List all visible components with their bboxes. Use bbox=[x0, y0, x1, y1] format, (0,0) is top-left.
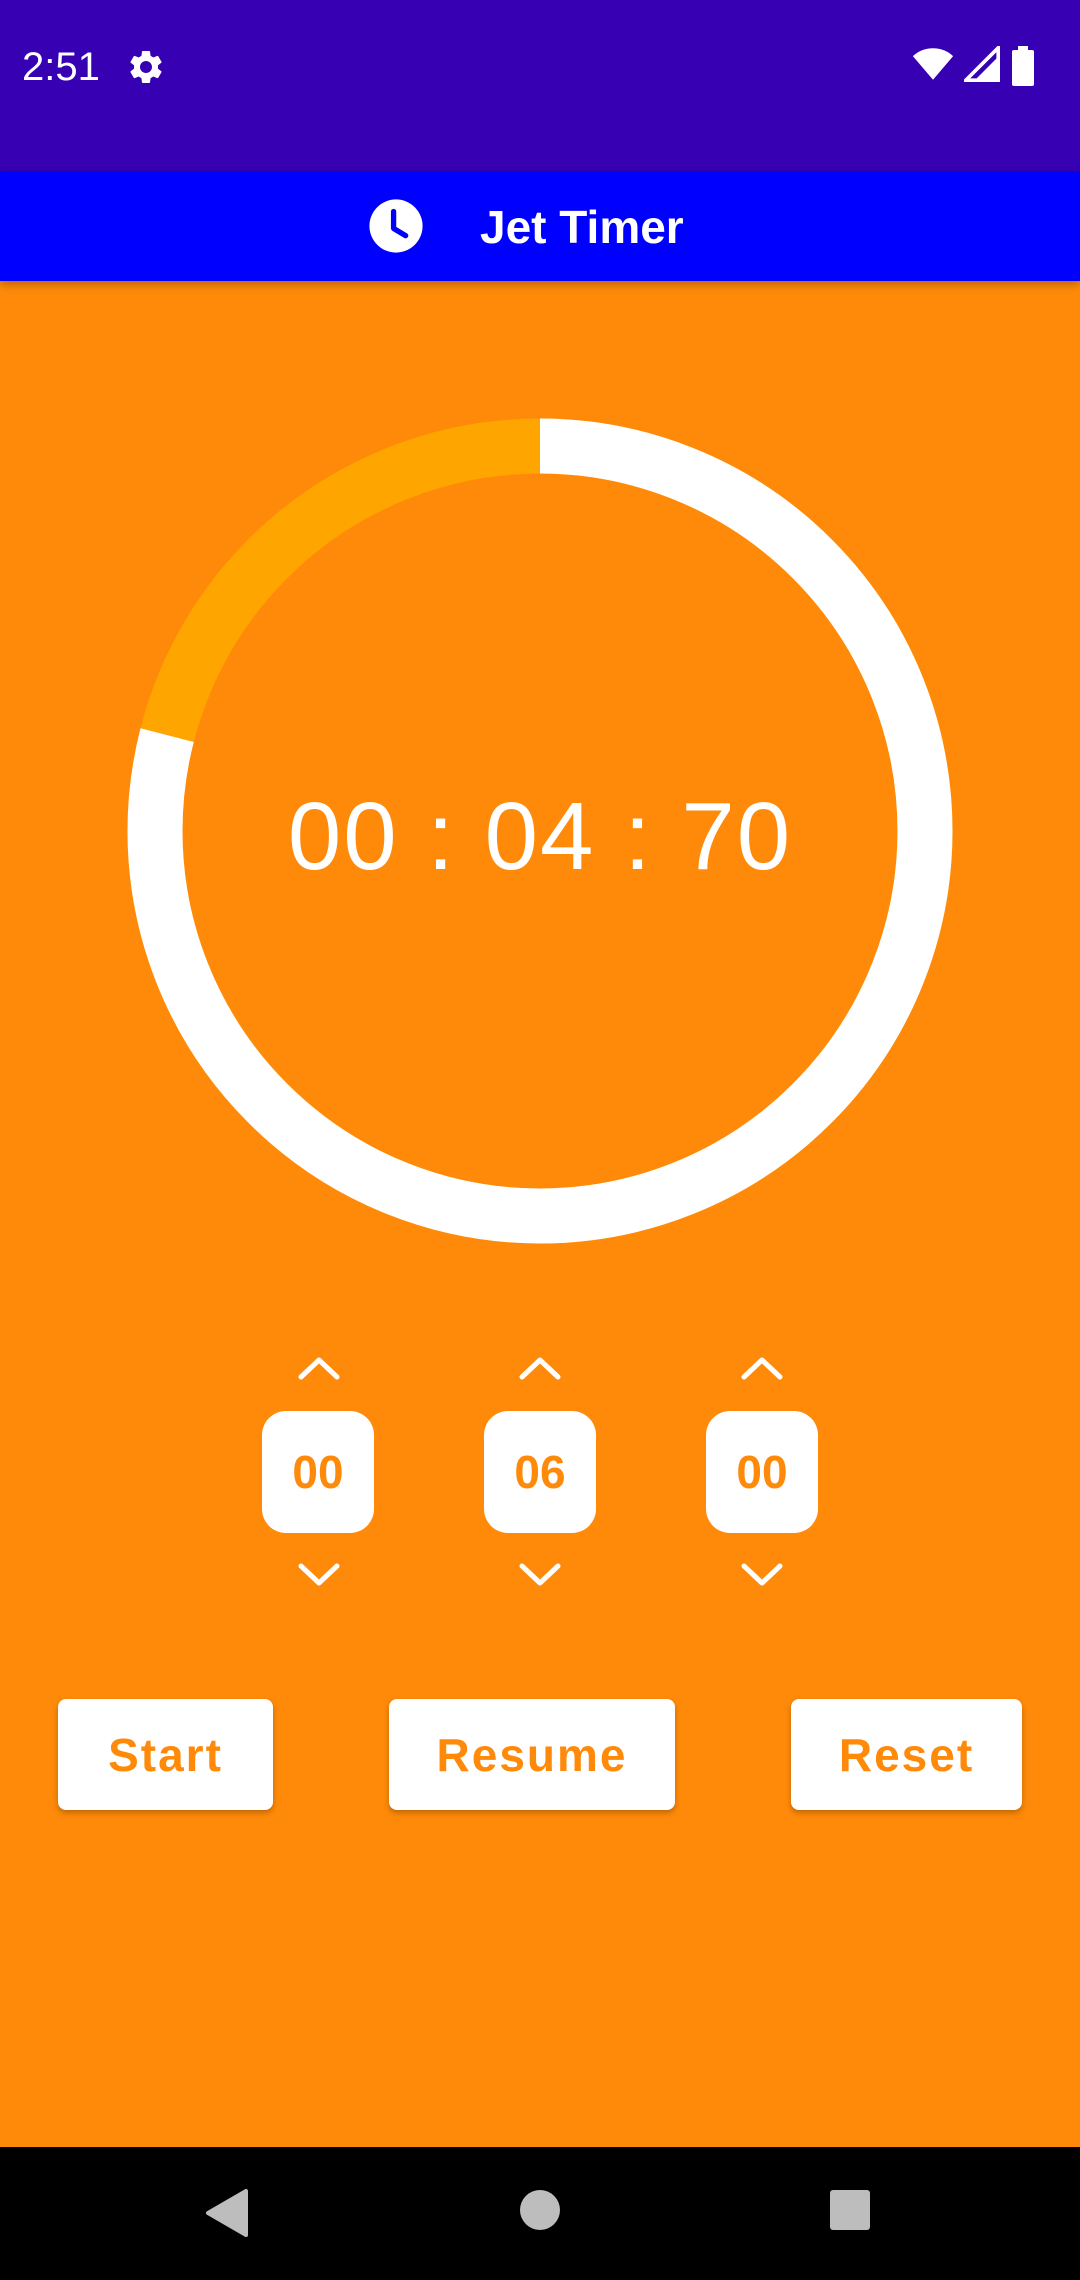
minutes-value[interactable]: 06 bbox=[484, 1411, 596, 1533]
status-bar: 2:51 bbox=[0, 0, 1080, 171]
system-nav-bar bbox=[0, 2147, 1080, 2280]
gear-icon bbox=[130, 50, 162, 83]
back-icon[interactable] bbox=[204, 2187, 250, 2239]
hours-decrement-chevron-down-icon[interactable] bbox=[297, 1562, 341, 1588]
recents-icon[interactable] bbox=[829, 2189, 871, 2231]
clock-icon bbox=[369, 199, 423, 253]
minutes-increment-chevron-up-icon[interactable] bbox=[518, 1355, 562, 1381]
battery-icon bbox=[1012, 46, 1034, 86]
status-time: 2:51 bbox=[22, 45, 100, 89]
home-icon[interactable] bbox=[519, 2189, 561, 2231]
minutes-decrement-chevron-down-icon[interactable] bbox=[518, 1562, 562, 1588]
wifi-icon bbox=[912, 48, 954, 80]
app-bar: Jet Timer bbox=[0, 171, 1080, 281]
signal-icon bbox=[964, 46, 1000, 82]
timer-display: 00 : 04 : 70 bbox=[287, 783, 793, 890]
reset-button[interactable]: Reset bbox=[791, 1699, 1022, 1810]
seconds-value[interactable]: 00 bbox=[706, 1411, 818, 1533]
start-button[interactable]: Start bbox=[58, 1699, 273, 1810]
app-screen: 2:51 Jet Timer 00 : 04: 70 00 06 00 Sta… bbox=[0, 0, 1080, 2280]
seconds-increment-chevron-up-icon[interactable] bbox=[740, 1355, 784, 1381]
seconds-decrement-chevron-down-icon[interactable] bbox=[740, 1562, 784, 1588]
hours-value[interactable]: 00 bbox=[262, 1411, 374, 1533]
resume-button[interactable]: Resume bbox=[389, 1699, 675, 1810]
status-icons bbox=[912, 46, 1062, 86]
app-title: Jet Timer bbox=[480, 201, 684, 253]
hours-increment-chevron-up-icon[interactable] bbox=[297, 1355, 341, 1381]
